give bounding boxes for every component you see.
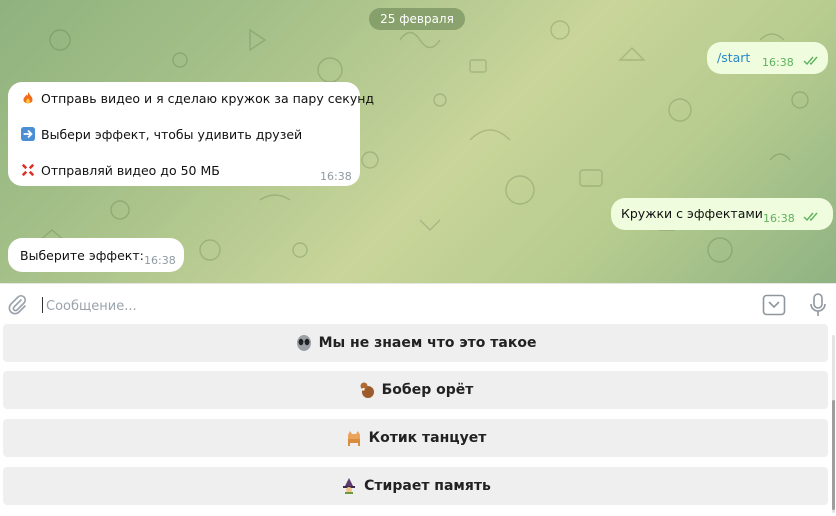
message-line-text: Выбери эффект, чтобы удивить друзей [41,127,303,142]
message-time: 16:38 [763,212,795,225]
scrollbar-thumb[interactable] [832,400,835,510]
right-arrow-icon [21,127,35,141]
message-line: Отправляй видео до 50 МБ [20,163,220,178]
beaver-icon [360,382,374,398]
keyboard-button-label: Стирает память [364,478,491,494]
date-separator: 25 февраля [369,8,465,30]
microphone-icon[interactable] [808,292,828,318]
message-incoming[interactable]: Отправь видео и я сделаю кружок за пару … [8,82,374,186]
message-time: 16:38 [762,56,794,69]
keyboard-button-witch[interactable]: Стирает память [3,467,828,505]
chat-area[interactable]: 25 февраля /start 16:38 Отправь видео и … [0,0,836,283]
keyboard-button-alien[interactable]: Мы не знаем что это такое [3,324,828,362]
paperclip-icon[interactable] [6,294,28,316]
message-line-text: Отправляй видео до 50 МБ [41,163,220,178]
read-checkmarks-icon [803,56,818,66]
command-link[interactable]: /start [717,50,750,65]
message-line-text: Отправь видео и я сделаю кружок за пару … [41,91,375,106]
message-text: Кружки с эффектами [621,206,763,221]
message-text: Выберите эффект: [20,248,144,263]
message-incoming[interactable]: Выберите эффект: 16:38 [8,238,184,272]
bot-keyboard-toggle-icon[interactable] [762,294,786,316]
text-cursor [42,297,43,313]
bot-reply-keyboard: Мы не знаем что это такое Бобер орёт Кот… [0,324,836,516]
message-time: 16:38 [320,170,352,183]
message-composer [0,283,836,327]
witch-icon [343,478,356,494]
keyboard-button-label: Котик танцует [368,430,487,446]
alien-icon [296,335,311,351]
keyboard-scrollbar[interactable] [832,335,835,513]
anger-icon [21,163,35,177]
message-time: 16:38 [144,254,176,267]
keyboard-button-cat[interactable]: Котик танцует [3,419,828,457]
message-line: Выбери эффект, чтобы удивить друзей [20,127,302,142]
cat-icon [347,431,360,446]
fire-icon [23,91,33,104]
keyboard-button-label: Бобер орёт [381,382,474,398]
message-outgoing[interactable]: Кружки с эффектами 16:38 [611,198,833,230]
message-outgoing[interactable]: /start 16:38 [707,42,828,74]
read-checkmarks-icon [803,212,818,222]
keyboard-button-beaver[interactable]: Бобер орёт [3,371,828,409]
keyboard-button-label: Мы не знаем что это такое [318,335,537,351]
message-line: Отправь видео и я сделаю кружок за пару … [20,91,374,106]
message-input[interactable] [44,294,728,318]
